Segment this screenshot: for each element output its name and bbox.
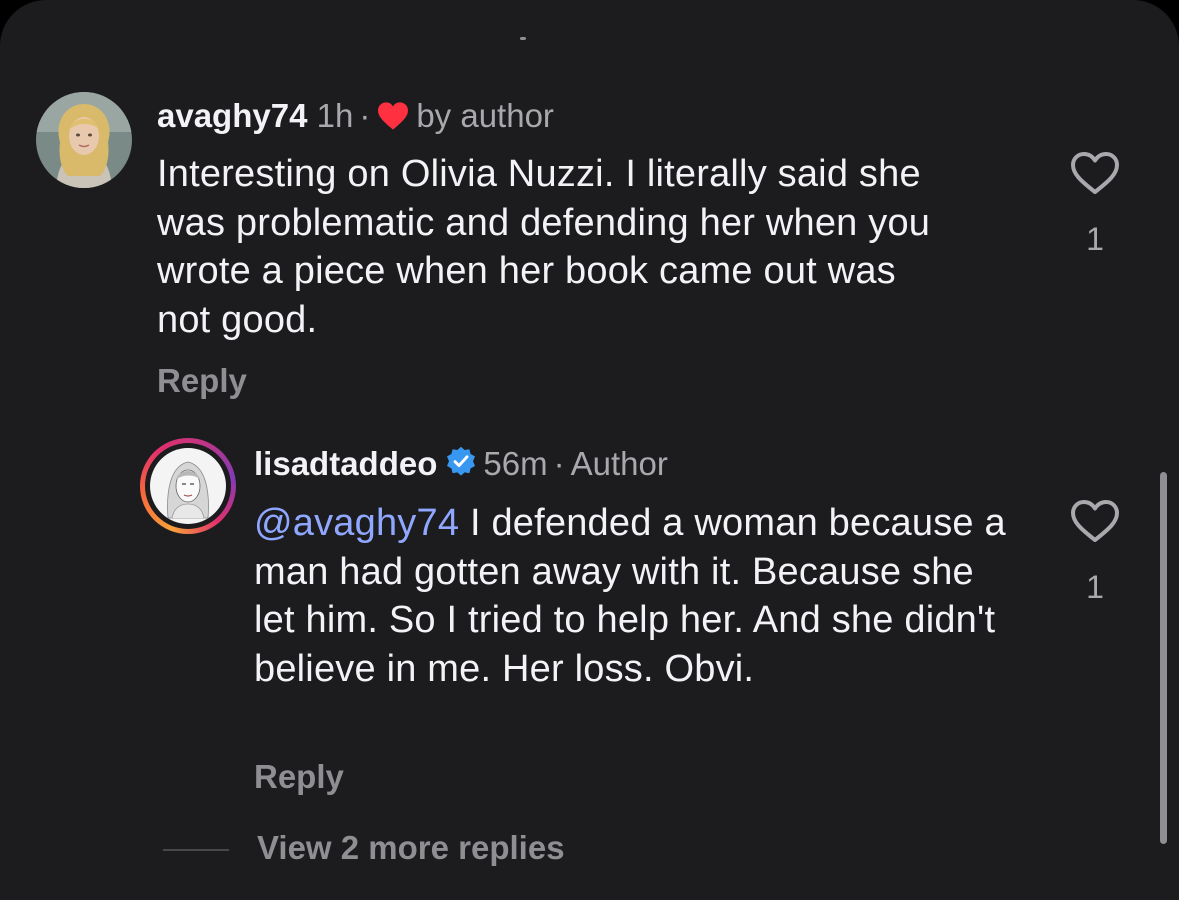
avatar[interactable] [140,438,236,534]
timestamp: 56m [483,445,548,482]
like-count: 1 [1086,569,1104,605]
username[interactable]: lisadtaddeo [254,445,437,482]
heart-outline-icon [1071,500,1119,542]
reply-button[interactable]: Reply [254,757,344,797]
timestamp: 1h [316,97,354,134]
comment-meta: avaghy74 1h · by author [157,96,554,136]
liked-by-author-badge: by author [416,97,554,134]
heart-outline-icon [1071,152,1119,194]
comment-meta: lisadtaddeo 56m · Author [254,444,668,484]
like-button[interactable] [1069,150,1121,196]
heart-filled-icon [378,102,409,130]
like-button[interactable] [1069,498,1121,544]
scrollbar[interactable] [1160,472,1167,844]
verified-badge-icon [447,446,476,476]
avatar-sketch-icon [150,448,226,524]
avatar-photo-icon [36,92,132,188]
view-more-replies-label: View 2 more replies [257,829,565,866]
comment-text: Interesting on Olivia Nuzzi. I literally… [157,153,931,341]
thread-line-divider [163,849,229,851]
separator-dot: · [359,97,371,134]
author-badge: Author [570,445,668,482]
separator-dot: · [553,445,565,482]
comment-text: @avaghy74 I defended a woman because a m… [254,499,1014,693]
mention-link[interactable]: @avaghy74 [254,502,459,544]
reply-button[interactable]: Reply [157,361,247,401]
comment-item: avaghy74 1h · by author Interesting on Ol… [0,0,1179,420]
avatar[interactable] [36,92,132,188]
reply-item: lisadtaddeo 56m · Author @avaghy74 I defen… [0,420,1179,820]
username[interactable]: avaghy74 [157,97,307,134]
comments-sheet: avaghy74 1h · by author Interesting on Ol… [0,0,1179,900]
like-count: 1 [1086,221,1104,257]
